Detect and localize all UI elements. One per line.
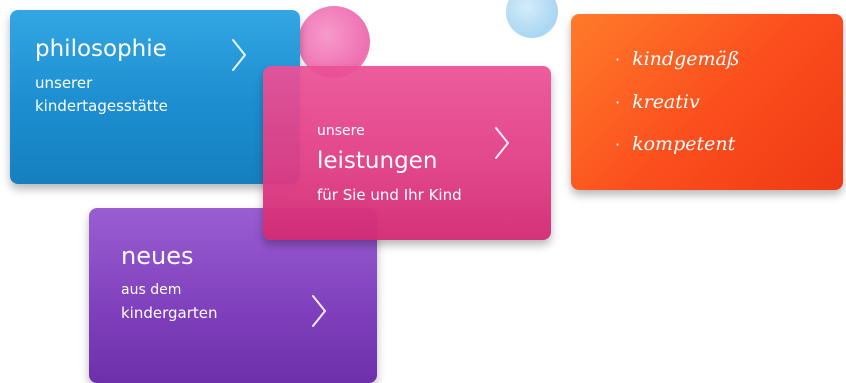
keyword-item: · kreativ bbox=[615, 93, 700, 112]
philosophie-subtitle-line2: kindertagesstätte bbox=[35, 97, 168, 115]
leistungen-tile[interactable]: unsere leistungen für Sie und Ihr Kind bbox=[263, 66, 551, 240]
keyword-text: kompetent bbox=[632, 133, 736, 155]
chevron-right-icon bbox=[311, 294, 327, 328]
leistungen-subtitle: für Sie und Ihr Kind bbox=[317, 186, 462, 204]
bullet: · bbox=[615, 50, 621, 69]
leistungen-title: leistungen bbox=[317, 148, 438, 174]
keyword-text: kindgemäß bbox=[632, 48, 740, 70]
decorative-blue-circle bbox=[506, 0, 558, 38]
keyword-item: · kindgemäß bbox=[615, 50, 740, 69]
neues-subtitle-line1: aus dem bbox=[121, 282, 182, 298]
bullet: · bbox=[615, 135, 621, 154]
neues-title: neues bbox=[121, 242, 194, 270]
philosophie-tile[interactable]: philosophie unserer kindertagesstätte bbox=[10, 10, 300, 184]
neues-subtitle-line2: kindergarten bbox=[121, 304, 218, 322]
philosophie-title: philosophie bbox=[35, 36, 167, 62]
bullet: · bbox=[615, 93, 621, 112]
keyword-item: · kompetent bbox=[615, 135, 735, 154]
keywords-tile[interactable]: · kindgemäß · kreativ · kompetent bbox=[571, 14, 843, 190]
philosophie-subtitle-line1: unserer bbox=[35, 74, 93, 92]
chevron-right-icon bbox=[231, 38, 247, 72]
chevron-right-icon bbox=[494, 126, 510, 160]
keyword-text: kreativ bbox=[632, 91, 700, 113]
leistungen-overline: unsere bbox=[317, 123, 365, 139]
